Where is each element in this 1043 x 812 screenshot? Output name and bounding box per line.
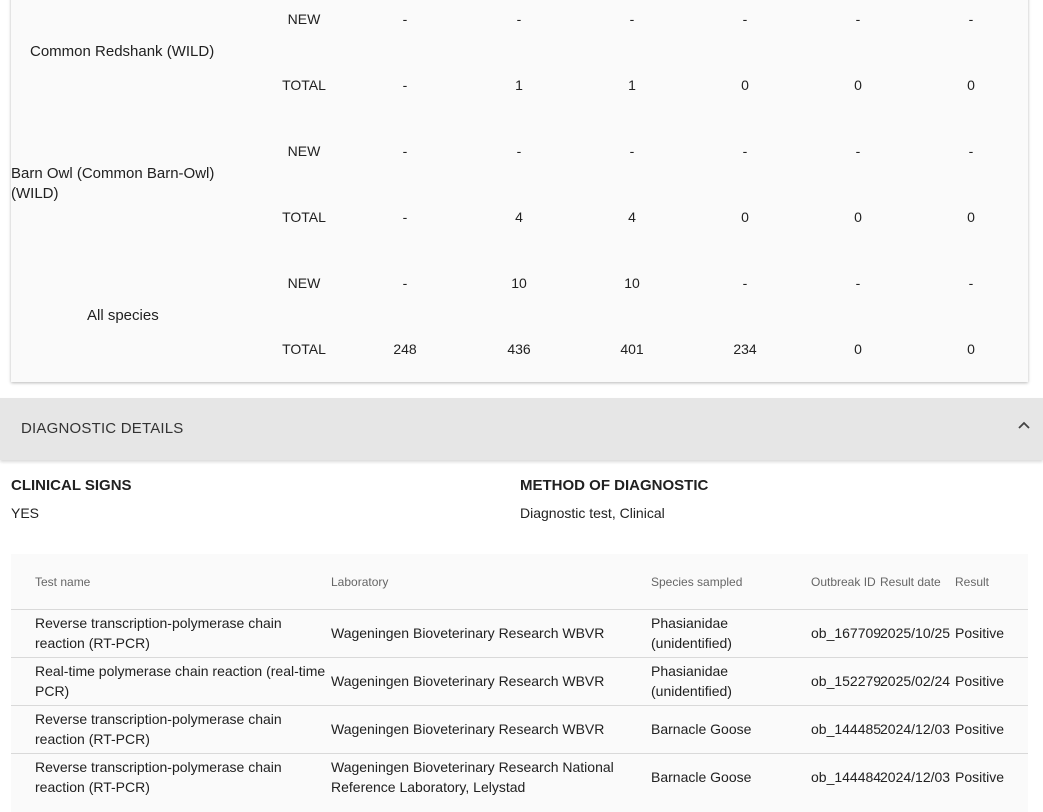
count-cell: 0 xyxy=(741,77,749,93)
count-cell: 234 xyxy=(733,341,757,357)
count-cell: - xyxy=(968,11,974,27)
column-header-species-sampled[interactable]: Species sampled xyxy=(651,575,742,589)
count-cell: - xyxy=(968,143,974,159)
count-cell: - xyxy=(402,11,408,27)
species-cell: Barnacle Goose xyxy=(651,721,752,737)
species-name: All species xyxy=(87,307,159,324)
table-row: Reverse transcription-polymerase chain r… xyxy=(11,705,1028,754)
species-counts-table: Common Redshank (WILD) NEW TOTAL - - - -… xyxy=(11,0,1028,382)
count-cell: - xyxy=(402,143,408,159)
count-cell: 10 xyxy=(511,275,527,291)
count-cell: - xyxy=(516,143,522,159)
laboratory-cell: Wageningen Bioveterinary Research WBVR xyxy=(331,625,605,641)
result-date-cell: 2025/10/25 xyxy=(880,625,951,641)
count-cell: - xyxy=(402,209,408,225)
count-cell: 0 xyxy=(741,209,749,225)
column-header-result[interactable]: Result xyxy=(955,575,989,589)
result-date-cell: 2024/12/03 xyxy=(880,721,951,737)
species-cell: Barnacle Goose xyxy=(651,769,752,785)
method-of-diagnostic-value: Diagnostic test, Clinical xyxy=(520,505,665,521)
count-cell: 0 xyxy=(967,77,975,93)
count-cell: - xyxy=(402,275,408,291)
total-row-label: TOTAL xyxy=(282,209,326,225)
outbreak-id-cell[interactable]: ob_144484 xyxy=(811,767,881,787)
laboratory-cell: Wageningen Bioveterinary Research WBVR xyxy=(331,721,605,737)
new-row-label: NEW xyxy=(287,143,321,159)
laboratory-cell: Wageningen Bioveterinary Research WBVR xyxy=(331,673,605,689)
new-row-label: NEW xyxy=(287,275,321,291)
laboratory-cell: Wageningen Bioveterinary Research Nation… xyxy=(331,759,614,795)
table-row: Reverse transcription-polymerase chain r… xyxy=(11,609,1028,658)
result-date-cell: 2024/12/03 xyxy=(880,769,951,785)
count-cell: - xyxy=(516,11,522,27)
test-name-cell: Real-time polymerase chain reaction (rea… xyxy=(35,663,326,699)
table-row: Reverse transcription-polymerase chain r… xyxy=(11,753,1028,802)
count-cell: 1 xyxy=(515,77,523,93)
table-row: Real-time polymerase chain reaction (rea… xyxy=(11,657,1028,706)
clinical-signs-label: CLINICAL SIGNS xyxy=(11,477,132,494)
count-cell: 0 xyxy=(967,341,975,357)
count-cell: 0 xyxy=(854,341,862,357)
column-header-test-name[interactable]: Test name xyxy=(35,575,90,589)
test-name-cell: Reverse transcription-polymerase chain r… xyxy=(35,711,282,747)
outbreak-id-cell[interactable]: ob_144485 xyxy=(811,719,881,739)
column-header-result-date[interactable]: Result date xyxy=(880,575,941,589)
section-title: DIAGNOSTIC DETAILS xyxy=(21,420,184,437)
species-name: Barn Owl (Common Barn-Owl) (WILD) xyxy=(11,165,215,202)
count-cell: 401 xyxy=(620,341,644,357)
result-date-cell: 2025/02/24 xyxy=(880,673,951,689)
method-of-diagnostic-label: METHOD OF DIAGNOSTIC xyxy=(520,477,709,494)
count-cell: - xyxy=(968,275,974,291)
outbreak-id-cell[interactable]: ob_152279 xyxy=(811,671,881,691)
diagnostic-tests-table: Test name Laboratory Species sampled Out… xyxy=(11,554,1028,812)
test-name-cell: Reverse transcription-polymerase chain r… xyxy=(35,615,282,651)
result-cell: Positive xyxy=(955,625,1005,641)
count-cell: - xyxy=(742,275,748,291)
test-name-cell: Reverse transcription-polymerase chain r… xyxy=(35,759,282,795)
count-cell: - xyxy=(629,143,635,159)
result-cell: Positive xyxy=(955,673,1005,689)
column-header-outbreak-id[interactable]: Outbreak ID xyxy=(811,575,876,589)
species-cell: Phasianidae (unidentified) xyxy=(651,663,732,699)
result-cell: Positive xyxy=(955,721,1005,737)
count-cell: 0 xyxy=(854,77,862,93)
count-cell: 10 xyxy=(624,275,640,291)
count-cell: - xyxy=(855,11,861,27)
new-row-label: NEW xyxy=(287,11,321,27)
outbreak-id-cell[interactable]: ob_167709 xyxy=(811,623,881,643)
diagnostic-details-accordion-header[interactable]: DIAGNOSTIC DETAILS xyxy=(0,398,1043,460)
species-name: Common Redshank (WILD) xyxy=(30,43,215,60)
count-cell: 0 xyxy=(967,209,975,225)
count-cell: - xyxy=(742,143,748,159)
count-cell: - xyxy=(855,275,861,291)
chevron-up-icon[interactable] xyxy=(1017,418,1031,432)
clinical-signs-value: YES xyxy=(11,505,40,521)
count-cell: 1 xyxy=(628,77,636,93)
count-cell: 248 xyxy=(393,341,417,357)
count-cell: 4 xyxy=(515,209,523,225)
species-cell: Phasianidae (unidentified) xyxy=(651,615,732,651)
column-header-laboratory[interactable]: Laboratory xyxy=(331,575,388,589)
count-cell: 436 xyxy=(507,341,531,357)
count-cell: - xyxy=(402,77,408,93)
result-cell: Positive xyxy=(955,769,1005,785)
count-cell: 0 xyxy=(854,209,862,225)
total-row-label: TOTAL xyxy=(282,77,326,93)
count-cell: - xyxy=(742,11,748,27)
count-cell: - xyxy=(855,143,861,159)
count-cell: - xyxy=(629,11,635,27)
count-cell: 4 xyxy=(628,209,636,225)
total-row-label: TOTAL xyxy=(282,341,326,357)
